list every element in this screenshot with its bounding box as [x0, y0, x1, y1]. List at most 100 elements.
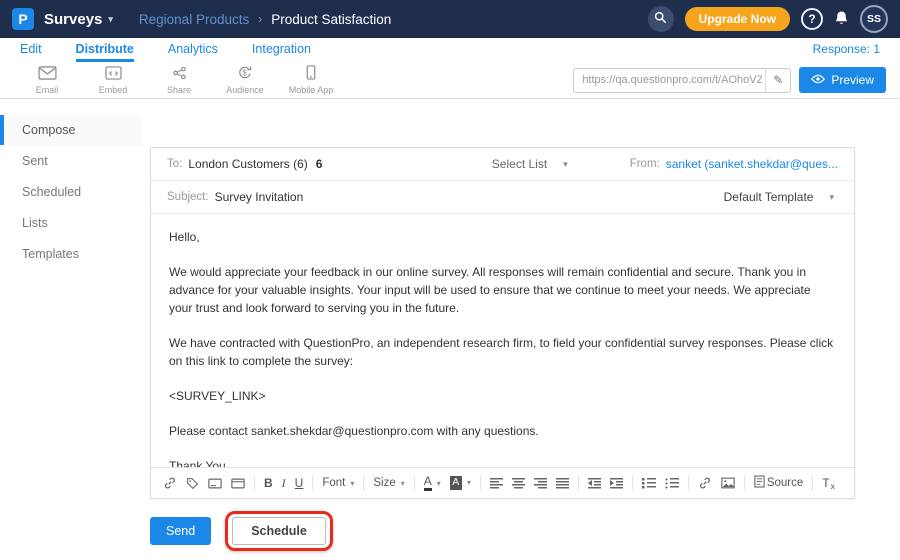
divider: [744, 476, 745, 491]
edit-url-icon[interactable]: ✎: [765, 69, 790, 92]
schedule-button[interactable]: Schedule: [232, 517, 326, 545]
document-icon: [754, 475, 765, 491]
questionpro-logo[interactable]: P: [12, 8, 34, 30]
product-label: Surveys: [44, 11, 102, 28]
background-color-button[interactable]: A ▾: [450, 476, 471, 490]
response-count: Response: 1: [813, 42, 880, 62]
select-list-dropdown[interactable]: Select List ▾: [492, 157, 568, 171]
user-avatar[interactable]: SS: [860, 5, 888, 33]
channel-embed[interactable]: Embed: [80, 66, 146, 95]
search-button[interactable]: [648, 6, 674, 32]
email-body-paragraph: <SURVEY_LINK>: [169, 387, 836, 405]
channel-email[interactable]: Email: [14, 66, 80, 95]
notifications-button[interactable]: [834, 10, 849, 29]
email-body-paragraph: We have contracted with QuestionPro, an …: [169, 334, 836, 370]
distribute-content: Compose Sent Scheduled Lists Templates T…: [0, 99, 900, 560]
audience-icon: $: [237, 65, 253, 83]
channel-mobile-app[interactable]: Mobile App: [278, 65, 344, 95]
italic-button[interactable]: I: [282, 476, 286, 491]
underline-button[interactable]: U: [295, 476, 304, 490]
tag-icon[interactable]: [186, 477, 199, 490]
editor-toolbar: B I U Font ▾ Size ▾ A ▾: [151, 467, 854, 498]
align-left-icon[interactable]: [490, 478, 503, 489]
bold-button[interactable]: B: [264, 476, 273, 490]
annotation-highlight: Schedule: [225, 511, 333, 551]
chevron-down-icon: ▾: [437, 479, 441, 488]
topbar-actions: Upgrade Now ? SS: [648, 5, 888, 33]
template-label: Default Template: [724, 190, 814, 204]
to-value: London Customers (6): [188, 157, 307, 171]
channel-label: Embed: [99, 85, 128, 95]
breadcrumb: Regional Products › Product Satisfaction: [139, 12, 391, 27]
compose-actions: Send Schedule: [150, 511, 333, 551]
tab-distribute[interactable]: Distribute: [76, 42, 134, 62]
select-list-label: Select List: [492, 157, 547, 171]
link-icon[interactable]: [163, 476, 177, 490]
chevron-down-icon: ▾: [829, 192, 834, 203]
chevron-down-icon: ▾: [401, 479, 405, 488]
email-body-editor[interactable]: Hello, We would appreciate your feedback…: [151, 214, 854, 467]
email-sidebar: Compose Sent Scheduled Lists Templates: [0, 115, 142, 270]
channel-label: Email: [36, 85, 59, 95]
divider: [254, 476, 255, 491]
divider: [812, 476, 813, 491]
remove-format-button[interactable]: Tx: [822, 476, 835, 490]
channel-share[interactable]: Share: [146, 66, 212, 95]
template-dropdown[interactable]: Default Template ▾: [724, 190, 834, 204]
insert-image-icon[interactable]: [721, 477, 735, 489]
text-color-button[interactable]: A ▾: [424, 475, 441, 491]
align-right-icon[interactable]: [534, 478, 547, 489]
sidebar-item-lists[interactable]: Lists: [0, 208, 142, 238]
send-button[interactable]: Send: [150, 517, 211, 545]
bell-icon: [834, 10, 849, 29]
channel-label: Share: [167, 85, 191, 95]
survey-url-wrap: ✎: [573, 68, 791, 93]
survey-url-input[interactable]: [573, 68, 791, 93]
from-value[interactable]: sanket (sanket.shekdar@ques...: [666, 157, 838, 171]
channel-audience[interactable]: $ Audience: [212, 65, 278, 95]
bullet-list-icon[interactable]: [665, 478, 679, 489]
ordered-list-icon[interactable]: [642, 478, 656, 489]
email-body-paragraph: We would appreciate your feedback in our…: [169, 263, 836, 317]
chevron-down-icon: ▾: [563, 159, 568, 170]
to-row: To: London Customers (6) 6 Select List ▾…: [151, 148, 854, 181]
outdent-icon[interactable]: [588, 478, 601, 489]
font-dropdown[interactable]: Font ▾: [322, 477, 354, 489]
breadcrumb-survey-name[interactable]: Regional Products: [139, 12, 249, 27]
distribute-toolbar: Email Embed Share $ Audience Mobile App: [0, 62, 900, 99]
email-body-paragraph: Please contact sanket.shekdar@questionpr…: [169, 422, 836, 440]
divider: [363, 476, 364, 491]
align-justify-icon[interactable]: [556, 478, 569, 489]
template-card-icon[interactable]: [231, 478, 245, 489]
top-bar: P Surveys ▾ Regional Products › Product …: [0, 0, 900, 38]
compose-panel: To: London Customers (6) 6 Select List ▾…: [150, 147, 855, 499]
from-label: From:: [630, 158, 660, 170]
eye-icon: [811, 73, 825, 87]
tab-analytics[interactable]: Analytics: [168, 42, 218, 62]
preview-button[interactable]: Preview: [799, 67, 886, 93]
source-button[interactable]: Source: [754, 475, 803, 491]
divider: [578, 476, 579, 491]
help-button[interactable]: ?: [801, 8, 823, 30]
card-icon[interactable]: [208, 478, 222, 489]
indent-icon[interactable]: [610, 478, 623, 489]
tab-edit[interactable]: Edit: [20, 42, 42, 62]
sidebar-item-compose[interactable]: Compose: [0, 115, 142, 145]
size-dropdown[interactable]: Size ▾: [373, 477, 404, 489]
app-root: P Surveys ▾ Regional Products › Product …: [0, 0, 900, 560]
sidebar-item-templates[interactable]: Templates: [0, 239, 142, 269]
align-center-icon[interactable]: [512, 478, 525, 489]
sidebar-item-sent[interactable]: Sent: [0, 146, 142, 176]
product-switcher[interactable]: Surveys ▾: [44, 11, 113, 28]
upgrade-now-button[interactable]: Upgrade Now: [685, 7, 790, 31]
sidebar-item-scheduled[interactable]: Scheduled: [0, 177, 142, 207]
survey-link-area: ✎ Preview: [573, 67, 886, 93]
chevron-down-icon: ▾: [108, 14, 113, 25]
insert-link-icon[interactable]: [698, 476, 712, 490]
email-body-paragraph: Hello,: [169, 228, 836, 246]
to-label: To:: [167, 158, 182, 170]
tab-integration[interactable]: Integration: [252, 42, 311, 62]
divider: [414, 476, 415, 491]
subject-value[interactable]: Survey Invitation: [215, 190, 304, 204]
divider: [312, 476, 313, 491]
